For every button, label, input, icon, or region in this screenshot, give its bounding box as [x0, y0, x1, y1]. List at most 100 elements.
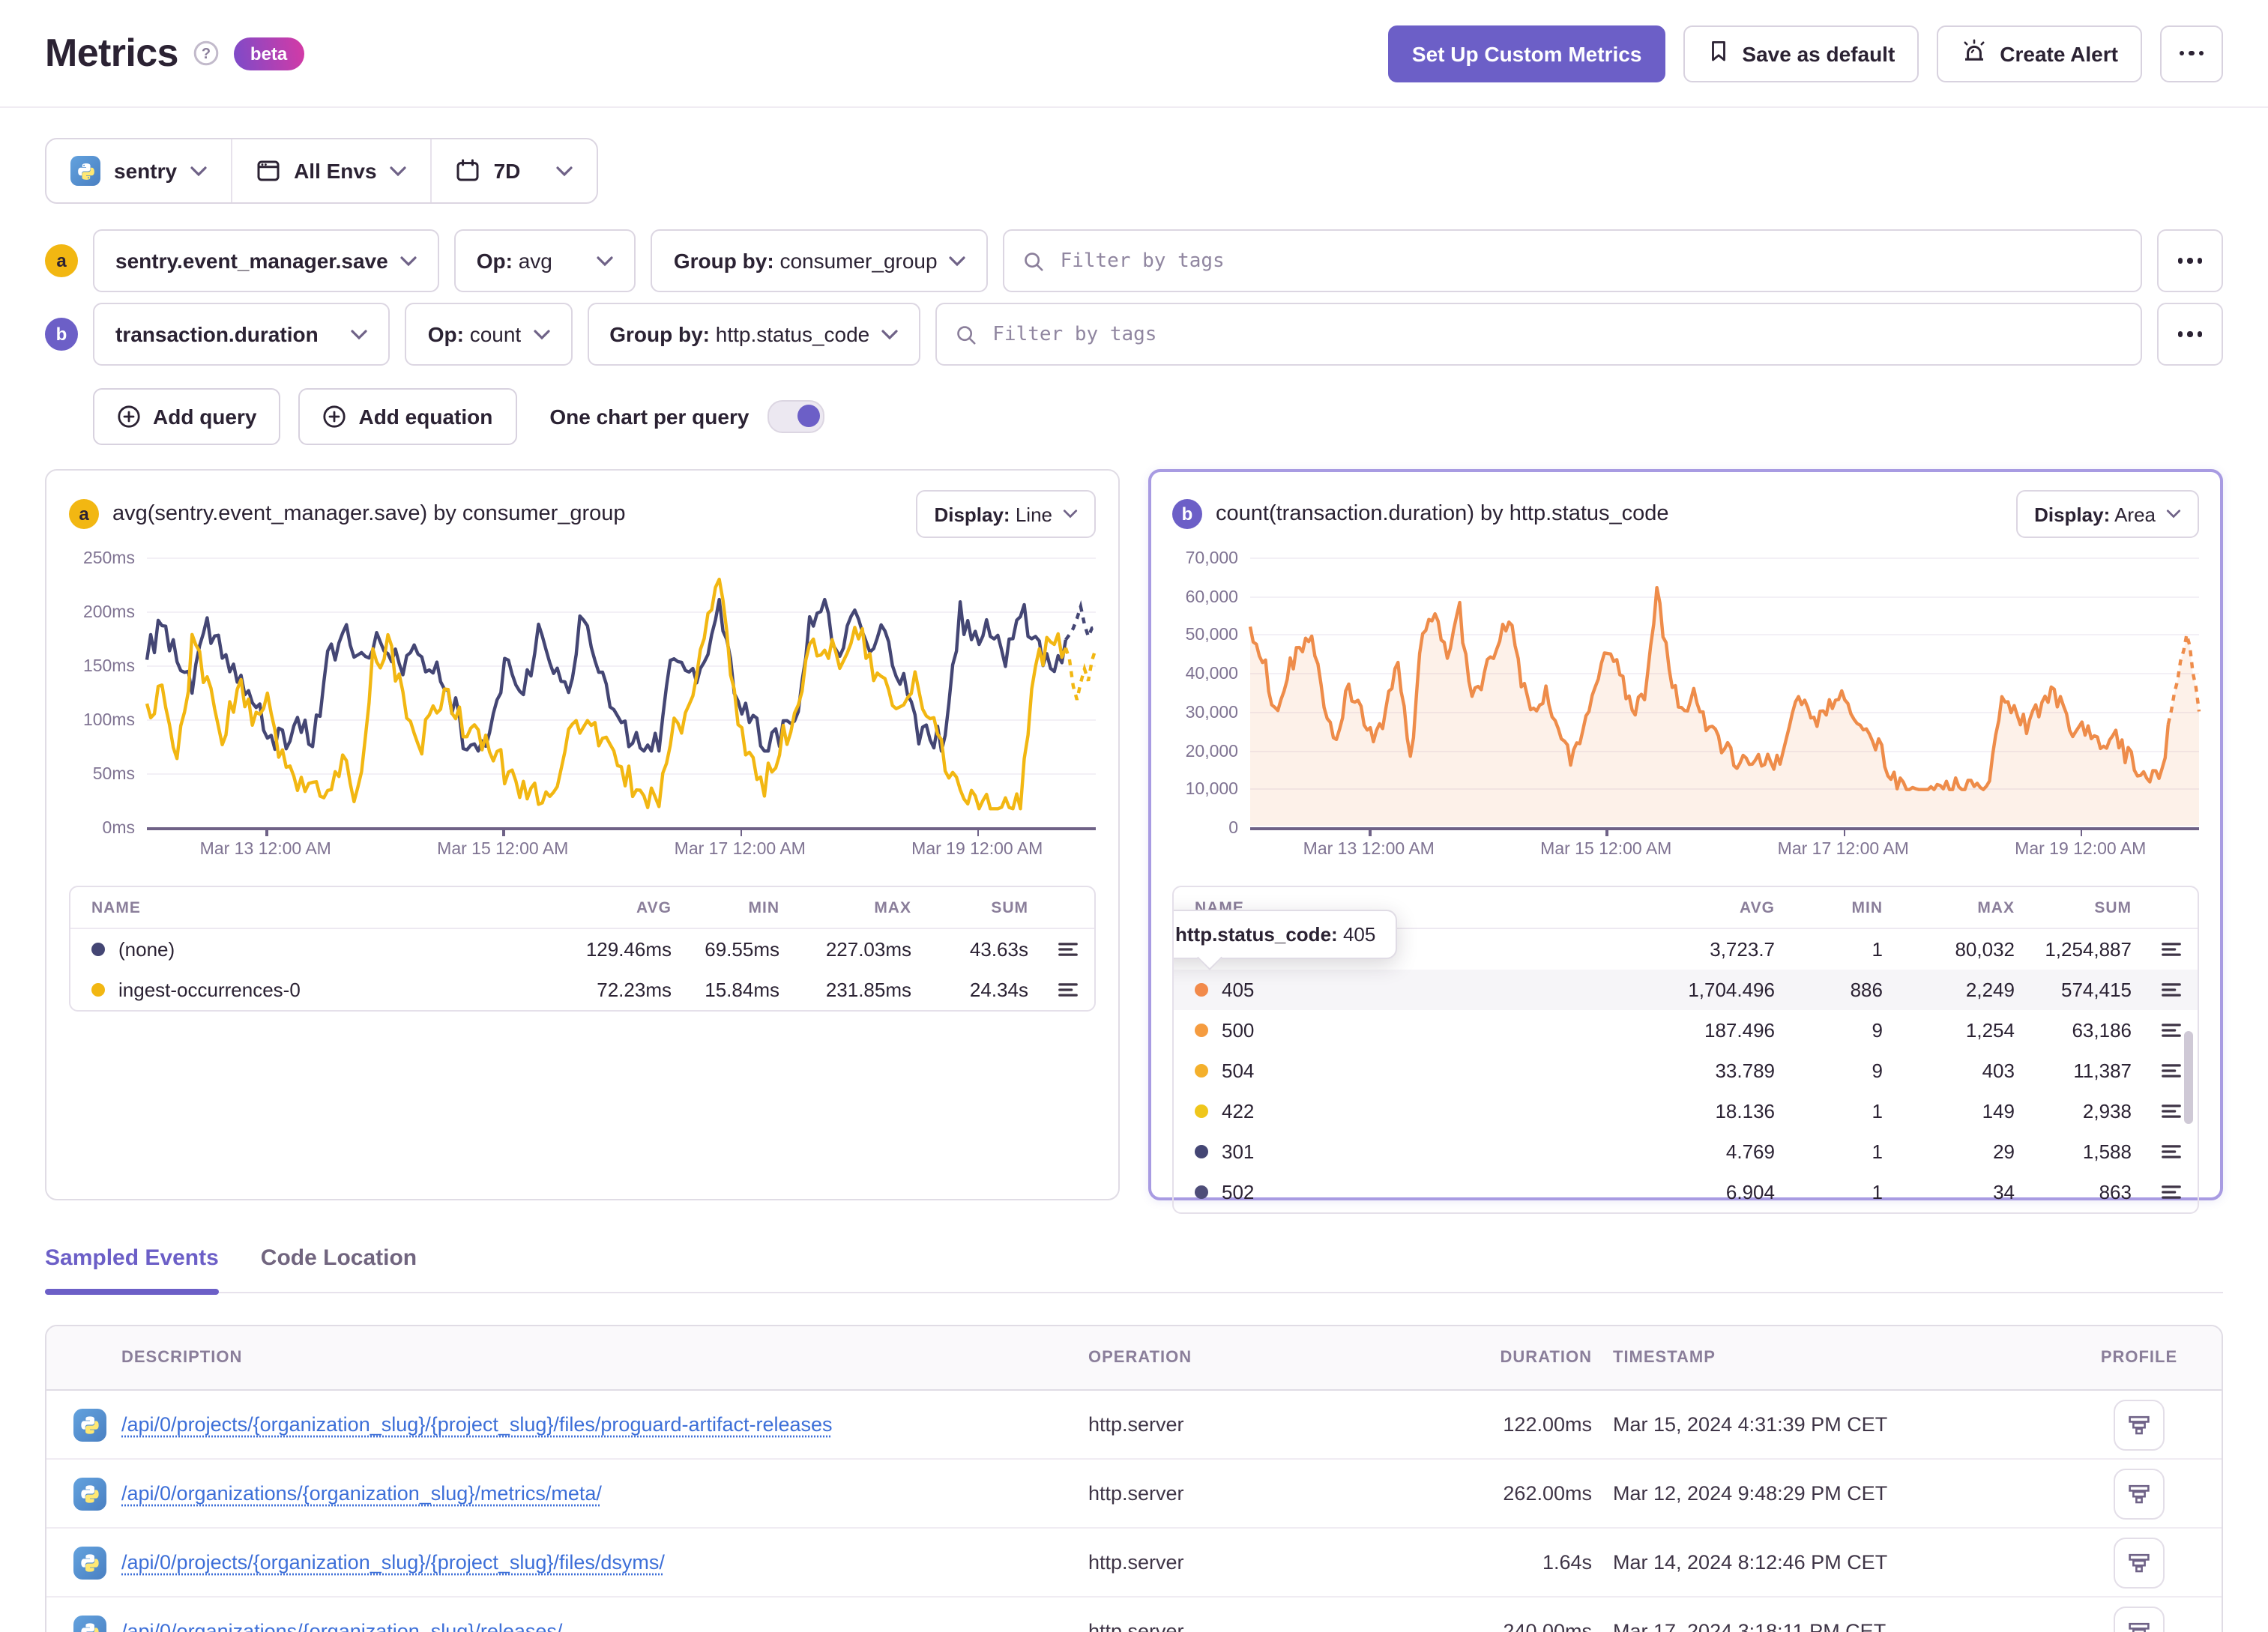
setup-custom-metrics-button[interactable]: Set Up Custom Metrics — [1387, 25, 1666, 82]
row-options-icon[interactable] — [2160, 938, 2183, 961]
chart-panel-a[interactable]: a avg(sentry.event_manager.save) by cons… — [45, 469, 1120, 1200]
query-a-more-button[interactable] — [2157, 229, 2223, 292]
python-platform-icon — [70, 156, 100, 186]
series-sum: 2,938 — [2082, 1100, 2132, 1122]
chart-a-display-select[interactable]: Display: Line — [916, 490, 1096, 538]
series-tooltip: http.status_code: 405 — [1174, 910, 1397, 970]
table-scrollbar-thumb[interactable] — [2184, 1031, 2193, 1124]
page-title: Metrics — [45, 30, 179, 75]
summary-row[interactable]: 301 4.769 1 29 1,588 — [1174, 1131, 2198, 1172]
chart-a[interactable]: 250ms 200ms 150ms 100ms 50ms 0ms — [69, 550, 1096, 838]
row-options-icon[interactable] — [2160, 1019, 2183, 1042]
tag-filter-b[interactable] — [935, 303, 2142, 366]
y-axis-label: 40,000 — [1185, 665, 1238, 684]
series-min: 9 — [1872, 1060, 1883, 1082]
op-select-a[interactable]: Op: avg — [453, 229, 636, 292]
chart-a-series — [147, 559, 1096, 826]
row-options-icon[interactable] — [2160, 979, 2183, 1001]
series-name: 502 — [1222, 1181, 1255, 1203]
add-query-button[interactable]: Add query — [93, 388, 281, 445]
row-options-icon[interactable] — [1057, 938, 1079, 961]
query-b-badge: b — [45, 318, 78, 351]
page-more-button[interactable] — [2160, 25, 2223, 82]
op-select-b[interactable]: Op: count — [405, 303, 573, 366]
row-options-icon[interactable] — [2160, 1100, 2183, 1122]
summary-row[interactable]: (none) 129.46ms 69.55ms 227.03ms 43.63s — [70, 929, 1094, 970]
tag-filter-b-input[interactable] — [989, 321, 2123, 347]
series-sum: 574,415 — [2061, 979, 2132, 1001]
date-range-selector[interactable]: 7D — [430, 139, 597, 202]
help-icon[interactable]: ? — [193, 40, 219, 66]
chart-b-badge: b — [1172, 499, 1202, 529]
create-alert-button[interactable]: Create Alert — [1937, 25, 2142, 82]
y-axis-label: 50ms — [92, 766, 135, 784]
environment-selector[interactable]: All Envs — [231, 139, 431, 202]
summary-row[interactable]: ingest-occurrences-0 72.23ms 15.84ms 231… — [70, 970, 1094, 1010]
chevron-down-icon — [881, 329, 898, 339]
summary-row[interactable]: 422 18.136 1 149 2,938 — [1174, 1091, 2198, 1131]
sampled-events-table: DESCRIPTION OPERATION DURATION TIMESTAMP… — [45, 1325, 2223, 1632]
col-avg: AVG — [636, 898, 672, 916]
event-row[interactable]: /api/0/projects/{organization_slug}/{pro… — [46, 1527, 2222, 1596]
chart-b-summary-table: http.status_code: 405 NAME AVG MIN MAX S… — [1172, 886, 2199, 1214]
summary-row[interactable]: 504 33.789 9 403 11,387 — [1174, 1051, 2198, 1091]
profile-button[interactable] — [2114, 1399, 2165, 1450]
metric-select-a[interactable]: sentry.event_manager.save — [93, 229, 439, 292]
chart-b-display-select[interactable]: Display: Area — [2016, 490, 2199, 538]
groupby-select-b[interactable]: Group by: http.status_code — [587, 303, 921, 366]
chart-b[interactable]: 70,000 60,000 50,000 40,000 30,000 20,000 10,0… — [1172, 550, 2199, 838]
series-min: 1 — [1872, 1140, 1883, 1163]
metric-select-b[interactable]: transaction.duration — [93, 303, 390, 366]
add-equation-button[interactable]: Add equation — [298, 388, 517, 445]
search-icon — [1025, 252, 1044, 271]
query-b-more-button[interactable] — [2157, 303, 2223, 366]
summary-row[interactable]: 502 6.904 1 34 863 — [1174, 1172, 2198, 1212]
y-axis-label: 70,000 — [1185, 550, 1238, 568]
series-avg: 4.769 — [1725, 1140, 1775, 1163]
event-description-link[interactable]: /api/0/projects/{organization_slug}/{pro… — [121, 1550, 665, 1573]
row-options-icon[interactable] — [2160, 1140, 2183, 1163]
series-max: 1,254 — [1965, 1019, 2015, 1042]
summary-row[interactable]: 405 1,704.496 886 2,249 574,415 — [1174, 970, 2198, 1010]
y-axis-label: 150ms — [82, 658, 135, 676]
event-description-link[interactable]: /api/0/organizations/{organization_slug}… — [121, 1481, 602, 1504]
date-range-label: 7D — [493, 159, 521, 183]
summary-row[interactable]: 500 187.496 9 1,254 63,186 — [1174, 1010, 2198, 1051]
tab-code-location[interactable]: Code Location — [261, 1245, 417, 1293]
x-axis-label: Mar 15 12:00 AM — [1540, 841, 1672, 859]
x-axis-label: Mar 19 12:00 AM — [911, 841, 1043, 859]
one-chart-per-query-toggle[interactable] — [767, 400, 824, 433]
series-color-dot — [91, 943, 105, 956]
profile-button[interactable] — [2114, 1606, 2165, 1632]
tab-sampled-events[interactable]: Sampled Events — [45, 1245, 219, 1295]
event-description-link[interactable]: /api/0/organizations/{organization_slug}… — [121, 1619, 562, 1632]
chart-panel-b[interactable]: b count(transaction.duration) by http.st… — [1148, 469, 2223, 1214]
top-bar: Metrics ? beta Set Up Custom Metrics Sav… — [0, 0, 2268, 108]
row-options-icon[interactable] — [1057, 979, 1079, 1001]
event-description-link[interactable]: /api/0/projects/{organization_slug}/{pro… — [121, 1412, 833, 1435]
series-avg: 3,723.7 — [1710, 938, 1775, 961]
series-name: 500 — [1222, 1019, 1255, 1042]
tag-filter-a-input[interactable] — [1057, 248, 2123, 273]
y-axis-label: 20,000 — [1185, 743, 1238, 761]
series-name: 422 — [1222, 1100, 1255, 1122]
row-options-icon[interactable] — [2160, 1060, 2183, 1082]
event-row[interactable]: /api/0/projects/{organization_slug}/{pro… — [46, 1391, 2222, 1458]
project-selector[interactable]: sentry — [46, 139, 231, 202]
save-as-default-button[interactable]: Save as default — [1683, 25, 1919, 82]
series-min: 1 — [1872, 1181, 1883, 1203]
y-axis-label: 10,000 — [1185, 781, 1238, 800]
summary-header-row: NAME AVG MIN MAX SUM — [70, 887, 1094, 929]
python-platform-icon — [73, 1408, 106, 1441]
profile-button[interactable] — [2114, 1468, 2165, 1519]
col-description: DESCRIPTION — [121, 1349, 243, 1367]
chart-b-series — [1250, 559, 2199, 826]
chart-a-header: a avg(sentry.event_manager.save) by cons… — [69, 490, 1096, 538]
row-options-icon[interactable] — [2160, 1181, 2183, 1203]
profile-button[interactable] — [2114, 1537, 2165, 1588]
tag-filter-a[interactable] — [1003, 229, 2142, 292]
event-row[interactable]: /api/0/organizations/{organization_slug}… — [46, 1596, 2222, 1632]
y-axis-label: 0 — [1228, 820, 1238, 838]
groupby-select-a[interactable]: Group by: consumer_group — [651, 229, 989, 292]
event-row[interactable]: /api/0/organizations/{organization_slug}… — [46, 1458, 2222, 1527]
